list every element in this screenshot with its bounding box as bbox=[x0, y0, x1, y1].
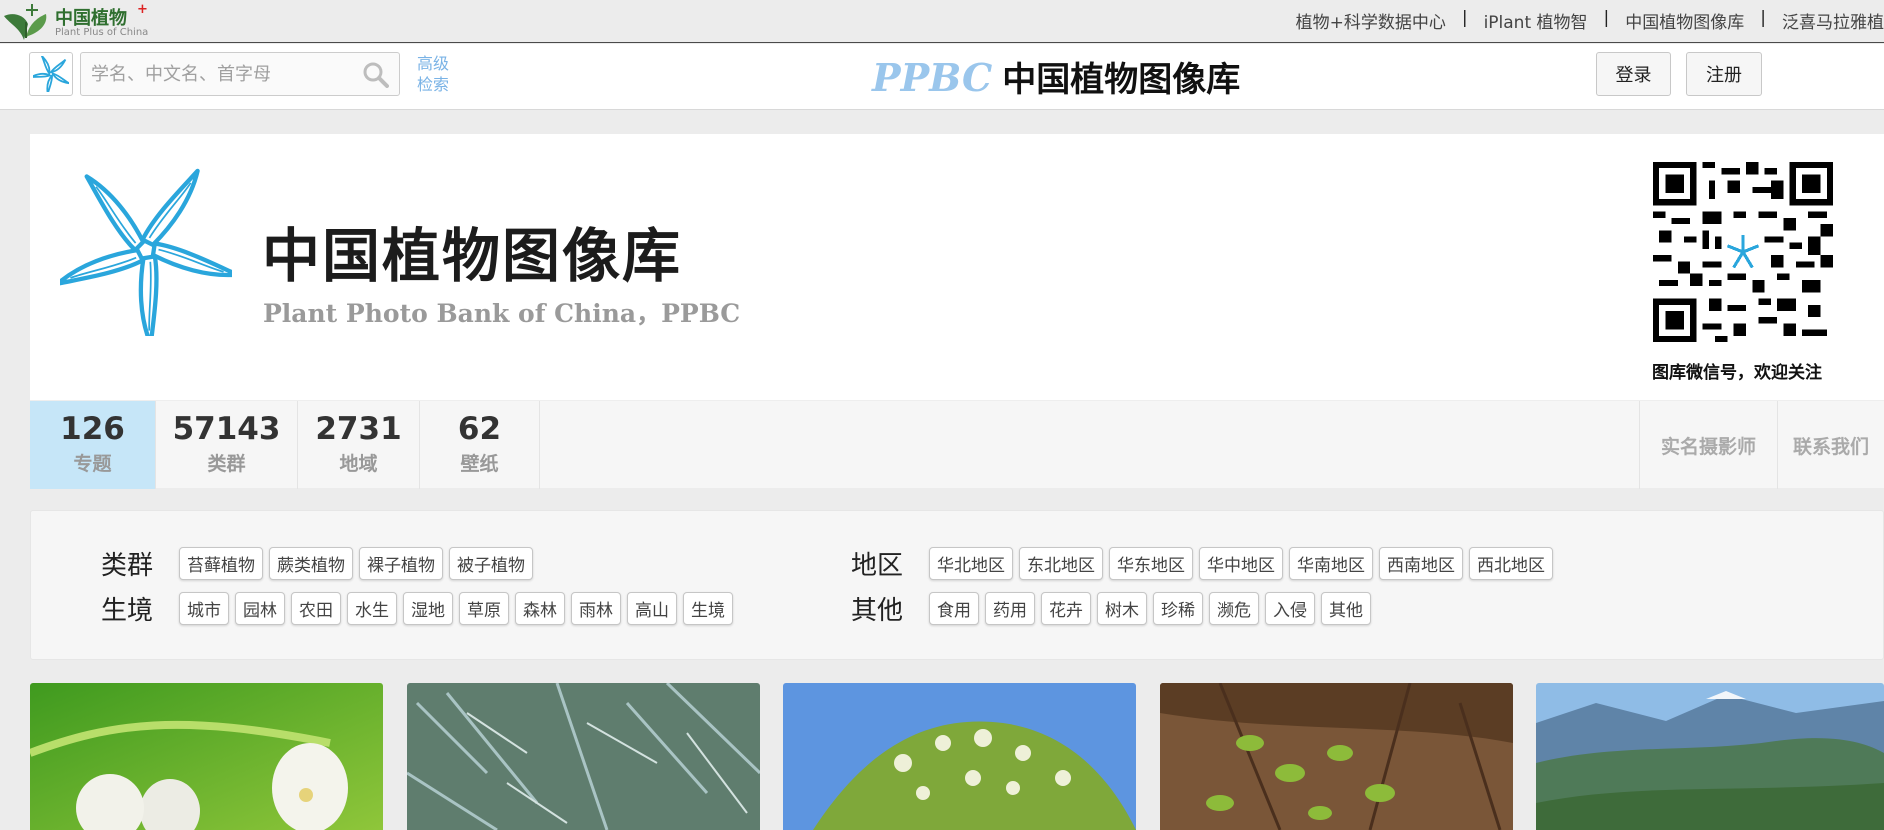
stat-value: 2731 bbox=[315, 411, 402, 447]
photo-mountains[interactable] bbox=[1536, 683, 1884, 830]
tag-button[interactable]: 花卉 bbox=[1041, 592, 1091, 625]
stat-label: 类群 bbox=[207, 453, 246, 475]
brand-zh: 中国植物图像库 bbox=[1002, 60, 1241, 100]
search-icon[interactable] bbox=[363, 62, 389, 88]
advanced-search-line1: 高级 bbox=[417, 54, 450, 73]
brand-en: PPBC bbox=[872, 55, 993, 100]
tag-row-taxa: 类群 苔藓植物 蕨类植物 裸子植物 被子植物 bbox=[101, 545, 539, 582]
link-separator: | bbox=[1603, 8, 1610, 28]
top-strip: 中国植物 + Plant Plus of China 植物+科学数据中心 | i… bbox=[0, 0, 1884, 43]
stat-label: 壁纸 bbox=[460, 453, 499, 475]
tag-button[interactable]: 裸子植物 bbox=[359, 547, 443, 580]
home-logo-button[interactable] bbox=[29, 52, 73, 96]
contact-link[interactable]: 联系我们 bbox=[1777, 401, 1884, 489]
tag-button[interactable]: 食用 bbox=[929, 592, 979, 625]
tag-button[interactable]: 生境 bbox=[683, 592, 733, 625]
banner: 中国植物图像库 Plant Photo Bank of China，PPBC 图… bbox=[30, 134, 1884, 400]
tag-button[interactable]: 被子植物 bbox=[449, 547, 533, 580]
ginkgo-leaf-icon bbox=[4, 4, 47, 41]
stat-label: 地域 bbox=[339, 453, 378, 475]
photo-flowering-shrub[interactable] bbox=[783, 683, 1136, 830]
tag-button[interactable]: 森林 bbox=[515, 592, 565, 625]
tag-button[interactable]: 水生 bbox=[347, 592, 397, 625]
ppbc-pinwheel-logo-icon bbox=[60, 168, 232, 336]
logo-en-text: Plant Plus of China bbox=[55, 27, 149, 38]
stat-regions[interactable]: 2731 地域 bbox=[298, 401, 420, 489]
link-data-center[interactable]: 植物+科学数据中心 bbox=[1296, 8, 1446, 33]
tag-group-label: 其他 bbox=[851, 596, 904, 626]
top-links: 植物+科学数据中心 | iPlant 植物智 | 中国植物图像库 | 泛喜马拉雅… bbox=[1296, 8, 1884, 33]
photographers-link[interactable]: 实名摄影师 bbox=[1639, 401, 1777, 489]
tag-row-habitat: 生境 城市 园林 农田 水生 湿地 草原 森林 雨林 高山 生境 bbox=[101, 590, 739, 627]
tag-group-label: 地区 bbox=[851, 551, 904, 581]
link-ppbc[interactable]: 中国植物图像库 bbox=[1625, 8, 1744, 33]
tag-button[interactable]: 苔藓植物 bbox=[179, 547, 263, 580]
link-iplant[interactable]: iPlant 植物智 bbox=[1484, 8, 1588, 33]
tag-button[interactable]: 华东地区 bbox=[1109, 547, 1193, 580]
login-button[interactable]: 登录 bbox=[1596, 52, 1671, 96]
tag-button[interactable]: 珍稀 bbox=[1153, 592, 1203, 625]
tag-button[interactable]: 蕨类植物 bbox=[269, 547, 353, 580]
logo-plus-mark: + bbox=[137, 2, 148, 17]
tag-button[interactable]: 华南地区 bbox=[1289, 547, 1373, 580]
tag-button[interactable]: 高山 bbox=[627, 592, 677, 625]
tag-row-region: 地区 华北地区 东北地区 华东地区 华中地区 华南地区 西南地区 西北地区 bbox=[851, 545, 1559, 582]
photo-lily-of-the-valley[interactable] bbox=[30, 683, 383, 830]
tag-button[interactable]: 农田 bbox=[291, 592, 341, 625]
tag-button[interactable]: 西南地区 bbox=[1379, 547, 1463, 580]
stat-topics[interactable]: 126 专题 bbox=[30, 401, 156, 489]
tag-panel: 类群 苔藓植物 蕨类植物 裸子植物 被子植物 生境 城市 园林 农田 水生 湿地… bbox=[30, 510, 1884, 660]
stat-wallpapers[interactable]: 62 壁纸 bbox=[420, 401, 540, 489]
photo-conifer[interactable] bbox=[407, 683, 760, 830]
advanced-search-line2: 检索 bbox=[417, 75, 450, 94]
link-himalaya[interactable]: 泛喜马拉雅植 bbox=[1782, 8, 1884, 33]
stat-value: 126 bbox=[60, 411, 125, 447]
header-bar: 高级 检索 PPBC中国植物图像库 登录 注册 bbox=[0, 44, 1884, 110]
qr-caption: 图库微信号，欢迎关注 bbox=[1652, 363, 1822, 383]
tag-group-label: 类群 bbox=[101, 551, 154, 581]
stat-taxa[interactable]: 57143 类群 bbox=[156, 401, 298, 489]
tag-row-other: 其他 食用 药用 花卉 树木 珍稀 濒危 入侵 其他 bbox=[851, 590, 1377, 627]
banner-title: 中国植物图像库 bbox=[262, 222, 683, 290]
stats-bar: 126 专题 57143 类群 2731 地域 62 壁纸 实名摄影师 联系我们 bbox=[30, 400, 1884, 489]
search-box bbox=[80, 52, 400, 96]
stat-value: 62 bbox=[457, 411, 502, 447]
tag-button[interactable]: 入侵 bbox=[1265, 592, 1315, 625]
wechat-qr-code-icon bbox=[1653, 162, 1833, 342]
tag-button[interactable]: 园林 bbox=[235, 592, 285, 625]
search-input[interactable] bbox=[81, 53, 351, 95]
tag-button[interactable]: 药用 bbox=[985, 592, 1035, 625]
photo-branch[interactable] bbox=[1160, 683, 1513, 830]
banner-subtitle: Plant Photo Bank of China，PPBC bbox=[263, 299, 741, 328]
register-button[interactable]: 注册 bbox=[1686, 52, 1762, 96]
tag-button[interactable]: 西北地区 bbox=[1469, 547, 1553, 580]
link-separator: | bbox=[1461, 8, 1468, 28]
link-separator: | bbox=[1760, 8, 1766, 28]
tag-button[interactable]: 华中地区 bbox=[1199, 547, 1283, 580]
stat-label: 专题 bbox=[73, 453, 112, 475]
tag-button[interactable]: 其他 bbox=[1321, 592, 1371, 625]
tag-button[interactable]: 华北地区 bbox=[929, 547, 1013, 580]
tag-button[interactable]: 草原 bbox=[459, 592, 509, 625]
header-brand: PPBC 中国植物图像库 bbox=[872, 52, 1240, 101]
tag-button[interactable]: 东北地区 bbox=[1019, 547, 1103, 580]
tag-button[interactable]: 雨林 bbox=[571, 592, 621, 625]
tag-button[interactable]: 湿地 bbox=[403, 592, 453, 625]
tag-button[interactable]: 城市 bbox=[179, 592, 229, 625]
ppbc-pinwheel-icon bbox=[33, 56, 69, 92]
tag-group-label: 生境 bbox=[101, 596, 154, 626]
tag-button[interactable]: 树木 bbox=[1097, 592, 1147, 625]
advanced-search-link[interactable]: 高级 检索 bbox=[417, 53, 457, 95]
stat-value: 57143 bbox=[172, 411, 281, 447]
tag-button[interactable]: 濒危 bbox=[1209, 592, 1259, 625]
